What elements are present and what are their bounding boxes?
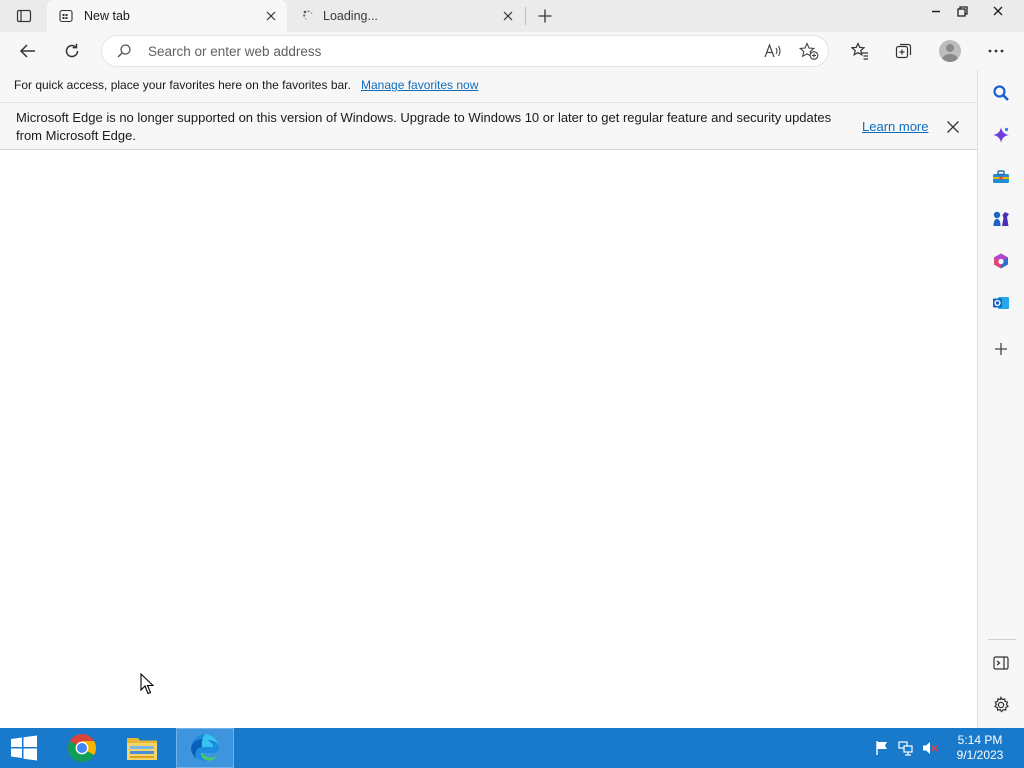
sidebar-outlook-button[interactable] bbox=[989, 291, 1013, 315]
profile-button[interactable] bbox=[935, 36, 965, 66]
new-tab-page-icon bbox=[59, 9, 73, 23]
sidebar-copilot-button[interactable] bbox=[989, 123, 1013, 147]
unsupported-os-infobar: Microsoft Edge is no longer supported on… bbox=[0, 102, 977, 150]
add-favorite-button[interactable] bbox=[797, 39, 821, 63]
settings-more-button[interactable] bbox=[981, 36, 1011, 66]
clock-time: 5:14 PM bbox=[957, 733, 1003, 747]
close-icon bbox=[947, 121, 959, 133]
favorites-icon bbox=[851, 42, 868, 60]
tab-title: New tab bbox=[84, 9, 130, 23]
network-icon bbox=[898, 741, 913, 756]
edge-sidebar bbox=[977, 70, 1024, 728]
sidebar-divider bbox=[988, 639, 1016, 640]
plus-icon bbox=[538, 9, 552, 23]
favorites-bar-hint: For quick access, place your favorites h… bbox=[14, 78, 351, 92]
refresh-icon bbox=[65, 43, 79, 58]
back-button[interactable] bbox=[13, 36, 43, 66]
favorites-bar: For quick access, place your favorites h… bbox=[0, 70, 977, 102]
tab-separator bbox=[525, 7, 526, 25]
close-icon bbox=[266, 11, 276, 21]
copilot-icon bbox=[993, 127, 1009, 143]
mouse-cursor-icon bbox=[140, 673, 154, 695]
start-button[interactable] bbox=[0, 728, 48, 768]
navigation-toolbar bbox=[0, 32, 1024, 70]
tray-volume[interactable] bbox=[922, 740, 938, 756]
read-aloud-icon bbox=[764, 43, 781, 58]
edge-icon bbox=[191, 734, 219, 761]
tray-action-center[interactable] bbox=[874, 740, 890, 756]
favorites-button[interactable] bbox=[845, 36, 875, 66]
close-window-button[interactable] bbox=[983, 0, 1013, 22]
minimize-icon bbox=[932, 10, 940, 13]
restore-icon bbox=[956, 5, 968, 17]
close-icon bbox=[993, 6, 1003, 16]
taskbar-chrome[interactable] bbox=[58, 728, 106, 768]
start-icon bbox=[11, 735, 37, 761]
collections-button[interactable] bbox=[889, 36, 919, 66]
clock-date: 9/1/2023 bbox=[956, 748, 1004, 762]
new-tab-button[interactable] bbox=[534, 5, 556, 27]
sidebar-tools-button[interactable] bbox=[989, 165, 1013, 189]
close-tab-button[interactable] bbox=[500, 8, 516, 24]
hide-sidebar-icon bbox=[993, 656, 1009, 670]
search-icon bbox=[117, 44, 131, 58]
action-center-flag-icon bbox=[876, 741, 887, 755]
tab-new-tab[interactable]: New tab bbox=[47, 0, 287, 32]
outlook-icon bbox=[993, 297, 1009, 309]
read-aloud-button[interactable] bbox=[761, 39, 785, 63]
taskbar-clock[interactable]: 5:14 PM 9/1/2023 bbox=[944, 733, 1016, 763]
close-tab-button[interactable] bbox=[263, 8, 279, 24]
taskbar-file-explorer[interactable] bbox=[118, 728, 166, 768]
more-icon bbox=[988, 49, 1004, 53]
sidebar-hide-button[interactable] bbox=[989, 651, 1013, 675]
close-icon bbox=[503, 11, 513, 21]
avatar bbox=[939, 40, 961, 62]
tray-network[interactable] bbox=[898, 740, 914, 756]
tab-loading[interactable]: Loading... bbox=[290, 0, 524, 32]
games-icon bbox=[993, 211, 1009, 226]
search-icon bbox=[993, 85, 1009, 101]
page-content[interactable] bbox=[0, 150, 977, 728]
sidebar-office-button[interactable] bbox=[989, 249, 1013, 273]
tab-actions-icon bbox=[16, 9, 32, 23]
refresh-button[interactable] bbox=[57, 36, 87, 66]
collections-icon bbox=[895, 43, 912, 59]
sidebar-games-button[interactable] bbox=[989, 207, 1013, 231]
star-add-icon bbox=[799, 42, 819, 60]
sidebar-add-button[interactable] bbox=[989, 337, 1013, 361]
dismiss-infobar-button[interactable] bbox=[943, 117, 963, 137]
address-bar[interactable] bbox=[102, 36, 828, 66]
tools-icon bbox=[993, 170, 1009, 183]
taskbar: 5:14 PM 9/1/2023 bbox=[0, 728, 1024, 768]
file-explorer-icon bbox=[127, 738, 157, 760]
settings-icon bbox=[994, 696, 1009, 713]
address-input[interactable] bbox=[148, 42, 708, 60]
chrome-icon bbox=[68, 734, 96, 762]
title-bar: New tab Loading... bbox=[0, 0, 1024, 32]
sidebar-search-button[interactable] bbox=[989, 81, 1013, 105]
sidebar-settings-button[interactable] bbox=[989, 693, 1013, 717]
tab-actions-button[interactable] bbox=[8, 4, 40, 28]
infobar-message: Microsoft Edge is no longer supported on… bbox=[16, 110, 832, 143]
volume-muted-icon bbox=[923, 742, 938, 754]
restore-button[interactable] bbox=[947, 0, 977, 22]
tab-title: Loading... bbox=[323, 9, 378, 23]
add-icon bbox=[995, 343, 1007, 355]
office-icon bbox=[994, 253, 1008, 269]
loading-spinner-icon bbox=[303, 10, 313, 20]
taskbar-edge[interactable] bbox=[176, 728, 234, 768]
manage-favorites-link[interactable]: Manage favorites now bbox=[361, 78, 478, 92]
back-arrow-icon bbox=[19, 44, 35, 58]
learn-more-link[interactable]: Learn more bbox=[862, 119, 928, 134]
